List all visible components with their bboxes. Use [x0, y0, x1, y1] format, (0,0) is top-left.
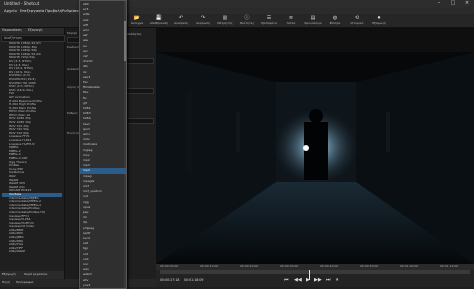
total-timecode: 00:01:18:09: [184, 278, 204, 282]
preset-list: DNxHD 1080p 29.97i DNxHD 1080p 30p DNxHD 1…: [2, 42, 62, 254]
tab-jobs[interactable]: Ουρά εργασιών: [24, 273, 47, 276]
ruler-label: 00:00:20:00: [240, 264, 259, 268]
menu-edit[interactable]: Επεξεργασία: [20, 8, 44, 13]
toolbar-history-button[interactable]: ⟲ Ιστορικό: [346, 15, 368, 26]
video-viewer: 00:00:00:00 00:00:10:00 00:00:20:00 00:00:3…: [156, 28, 474, 287]
properties-field-2[interactable]: [126, 88, 154, 94]
tab-export[interactable]: Εξαγωγή: [28, 28, 42, 32]
toolbar-label: Ιστορικό: [350, 21, 364, 25]
tab-presets[interactable]: Παρουσίαση: [2, 28, 22, 32]
toolbar-playlist-button[interactable]: ≡ Λίστα: [280, 15, 302, 26]
transport-controls: 00:00:27:18 00:01:18:09 ⏮ ◀◀ ▶ ▶▶ ⏭ ⏸: [156, 275, 474, 287]
toolbar-redo-button[interactable]: ↷ Ακύρωση: [192, 15, 214, 26]
toolbar-label: Άνοιγμα: [130, 21, 144, 25]
minimize-button[interactable]: –: [432, 0, 446, 7]
menu-bar: Αρχείο Επεξεργασία Προβολή Ρυθμίσεις Βοή…: [0, 7, 474, 14]
ruler-label: 00:01:00:00: [400, 264, 419, 268]
ruler-label: 00:00:40:00: [320, 264, 339, 268]
timeline: 00:00:00:00 00:00:10:00 00:00:20:00 00:00:3…: [156, 264, 474, 287]
export-presets-panel: Παρουσίαση Εξαγωγή Αναζήτηση DNxHD 1080p…: [0, 28, 65, 279]
toolbar-export-button[interactable]: ⏺ Εξαγωγή: [368, 15, 390, 26]
toolbar-label: Χρονολόγιο: [304, 21, 322, 25]
video-frame[interactable]: [156, 52, 474, 264]
play-button[interactable]: ▶: [306, 278, 310, 283]
close-button[interactable]: ×: [460, 0, 474, 7]
viewer-tabs: Πηγή Πρόγραμμα: [0, 279, 156, 287]
ruler-label: 00:00:00:00: [160, 264, 179, 268]
rewind-button[interactable]: ◀◀: [294, 278, 302, 283]
menu-view[interactable]: Προβολή: [45, 8, 62, 13]
ruler-label: 00:00:10:00: [200, 264, 219, 268]
toolbar-recent-button[interactable]: ☰ Πρόσφατα: [258, 15, 280, 26]
window-title: Untitled - Shotcut: [4, 0, 40, 6]
framerate-label: Ρυθμός: [67, 111, 78, 115]
fast-forward-button[interactable]: ▶▶: [314, 278, 322, 283]
preset-search-input[interactable]: Αναζήτηση: [1, 35, 65, 42]
properties-header: Ιδιότητες: [127, 32, 142, 36]
properties-field-1[interactable]: [126, 58, 154, 64]
menu-file[interactable]: Αρχείο: [4, 8, 17, 13]
format-option[interactable]: yuv4: [80, 283, 126, 289]
toolbar: 📂 Άνοιγμα 💾 Αποθήκευση ↶ Αναίρεση ↷ Ακύρωση ▥ Μετ…: [0, 14, 474, 28]
preset-search-placeholder: Αναζήτηση: [4, 35, 22, 40]
skip-next-button[interactable]: ⏭: [326, 278, 331, 283]
tab-program[interactable]: Πρόγραμμα: [16, 281, 33, 284]
bottom-tabs: Εξαγωγή Ουρά εργασιών: [0, 271, 64, 279]
ruler-label: 00:00:30:00: [280, 264, 299, 268]
toolbar-open-button[interactable]: 📂 Άνοιγμα: [126, 15, 148, 26]
menu-settings[interactable]: Ρυθμίσεις: [62, 8, 80, 13]
skip-previous-button[interactable]: ⏮: [284, 278, 289, 283]
tab-source[interactable]: Πηγή: [2, 281, 10, 284]
toolbar-label: Λίστα: [286, 21, 296, 25]
format-dropdown-list[interactable]: a64 ac3 adts adx aiff amr asf ass au avi caf dnxhd d…: [79, 0, 127, 289]
pause-button[interactable]: ⏸: [336, 278, 339, 283]
ruler-label: 00:00:50:00: [360, 264, 379, 268]
toolbar-properties-button[interactable]: ⓘ Ιδιότητες: [236, 15, 258, 26]
toolbar-filters-button[interactable]: ◍ Φίλτρα: [324, 15, 346, 26]
toolbar-label: Μετρητής: [217, 21, 233, 25]
toolbar-timeline-button[interactable]: ▤ Χρονολόγιο: [302, 15, 324, 26]
properties-field-3[interactable]: [126, 118, 154, 124]
scrub-track[interactable]: [160, 270, 470, 280]
toolbar-label: Ακύρωση: [196, 21, 210, 25]
toolbar-peak-meter-button[interactable]: ▥ Μετρητής: [214, 15, 236, 26]
preset-list-item[interactable]: stills/WebP: [2, 250, 62, 254]
title-bar: Untitled - Shotcut – □ ×: [0, 0, 474, 7]
toolbar-undo-button[interactable]: ↶ Αναίρεση: [170, 15, 192, 26]
toolbar-label: Ιδιότητες: [239, 21, 255, 25]
toolbar-label: Αποθήκευση: [149, 21, 169, 25]
tab-export-bottom[interactable]: Εξαγωγή: [2, 273, 16, 276]
toolbar-label: Πρόσφατα: [261, 21, 277, 25]
toolbar-label: Φίλτρα: [329, 21, 341, 25]
format-label: Μορφή: [67, 31, 78, 35]
toolbar-label: Εξαγωγή: [372, 21, 386, 25]
ruler-label: 00:01:10:00: [440, 264, 459, 268]
maximize-button[interactable]: □: [446, 0, 460, 7]
corridor-video-image: [156, 52, 474, 264]
toolbar-label: Αναίρεση: [173, 21, 189, 25]
current-timecode[interactable]: 00:00:27:18: [160, 278, 179, 282]
properties-panel: Ιδιότητες: [125, 28, 156, 279]
toolbar-save-button[interactable]: 💾 Αποθήκευση: [148, 15, 170, 26]
preset-tabs: Παρουσίαση Εξαγωγή: [0, 28, 64, 34]
